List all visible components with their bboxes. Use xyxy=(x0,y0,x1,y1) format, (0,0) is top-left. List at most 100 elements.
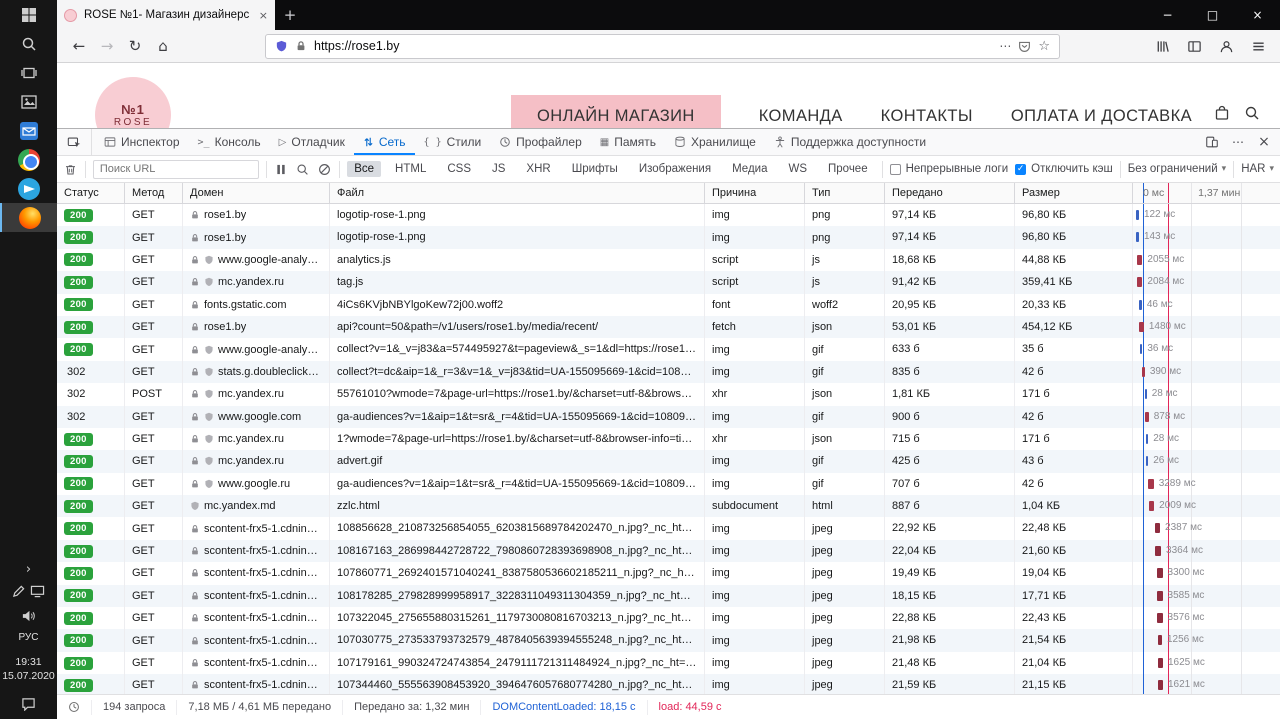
network-request-row[interactable]: 200 GET scontent-frx5-1.cdnins… 107344460_5… xyxy=(57,674,1280,694)
har-dropdown[interactable]: HAR ▾ xyxy=(1241,163,1274,175)
network-request-row[interactable]: 200 GET rose1.by logotip-rose-1.png img png 97… xyxy=(57,204,1280,227)
filter-pill-other[interactable]: Прочее xyxy=(821,161,875,177)
performance-analysis-button[interactable] xyxy=(57,699,92,715)
block-requests-button[interactable] xyxy=(317,159,332,179)
close-window-button[interactable]: × xyxy=(1235,0,1280,30)
filter-pill-fonts[interactable]: Шрифты xyxy=(565,161,625,177)
network-request-row[interactable]: 200 GET scontent-frx5-1.cdnins… 108167163_2… xyxy=(57,539,1280,563)
network-request-row[interactable]: 200 GET rose1.by api?count=50&path=/v1/user… xyxy=(57,315,1280,339)
network-tray-button[interactable] xyxy=(30,585,45,601)
column-header-file[interactable]: Файл xyxy=(330,183,705,203)
devtools-tab-profiler[interactable]: Профайлер xyxy=(490,129,591,155)
column-header-type[interactable]: Тип xyxy=(805,183,885,203)
search-requests-button[interactable] xyxy=(295,159,310,179)
taskbar-telegram-app[interactable] xyxy=(0,174,57,203)
menu-item-payment[interactable]: ОПЛАТА И ДОСТАВКА xyxy=(1011,63,1192,126)
filter-pill-images[interactable]: Изображения xyxy=(632,161,718,177)
network-request-row[interactable]: 302 POST mc.yandex.ru 55761010?wmode=7&page… xyxy=(57,383,1280,406)
filter-pill-xhr[interactable]: XHR xyxy=(519,161,557,177)
responsive-design-button[interactable] xyxy=(1200,130,1224,154)
network-request-row[interactable]: 200 GET scontent-frx5-1.cdnins… 108856628_2… xyxy=(57,517,1280,540)
home-button[interactable]: ⌂ xyxy=(149,33,177,59)
devtools-options-icon[interactable]: ⋯ xyxy=(1226,130,1250,154)
filter-pill-ws[interactable]: WS xyxy=(781,161,814,177)
column-header-status[interactable]: Статус xyxy=(57,183,125,203)
devtools-tab-inspector[interactable]: Инспектор xyxy=(95,129,189,155)
filter-url-input[interactable] xyxy=(92,159,259,179)
network-request-row[interactable]: 302 GET stats.g.doubleclick… collect?t=dc&a… xyxy=(57,360,1280,384)
column-header-domain[interactable]: Домен xyxy=(183,183,330,203)
bookmark-star-icon[interactable]: ☆ xyxy=(1038,39,1050,54)
menu-item-online-shop[interactable]: ОНЛАЙН МАГАЗИН xyxy=(511,63,721,128)
minimize-button[interactable]: − xyxy=(1145,0,1190,30)
browser-tab[interactable]: ROSE №1- Магазин дизайнерс × xyxy=(57,0,275,30)
taskbar-firefox-app[interactable] xyxy=(0,203,57,232)
menu-item-contacts[interactable]: КОНТАКТЫ xyxy=(881,63,973,126)
url-input[interactable] xyxy=(314,39,993,53)
network-request-row[interactable]: 200 GET mc.yandex.ru tag.js script js 91,42 КБ… xyxy=(57,271,1280,294)
taskbar-clock[interactable]: 19:31 15.07.2020 xyxy=(2,649,55,693)
site-search-button[interactable] xyxy=(1244,105,1260,124)
volume-tray-button[interactable] xyxy=(0,605,57,627)
library-button[interactable] xyxy=(1148,33,1176,59)
devtools-tab-storage[interactable]: Хранилище xyxy=(665,129,765,155)
filter-pill-js[interactable]: JS xyxy=(485,161,512,177)
menu-item-team[interactable]: КОМАНДА xyxy=(759,63,843,126)
network-request-row[interactable]: 200 GET mc.yandex.md zzlc.html subdocument ht… xyxy=(57,495,1280,518)
back-button[interactable]: ← xyxy=(65,33,93,59)
throttling-dropdown[interactable]: Без ограничений ▾ xyxy=(1128,163,1226,175)
page-actions-icon[interactable]: ⋯ xyxy=(999,39,1011,53)
pause-log-button[interactable] xyxy=(274,159,289,179)
task-view-button[interactable] xyxy=(0,58,57,87)
filter-pill-html[interactable]: HTML xyxy=(388,161,433,177)
clear-requests-button[interactable] xyxy=(63,159,78,179)
tab-close-icon[interactable]: × xyxy=(259,9,268,22)
tracking-protection-shield-icon[interactable] xyxy=(275,40,288,53)
sidebar-button[interactable] xyxy=(1180,33,1208,59)
disable-cache-checkbox[interactable]: ✓ Отключить кэш xyxy=(1015,163,1113,175)
forward-button[interactable]: → xyxy=(93,33,121,59)
persist-logs-checkbox[interactable]: Непрерывные логи xyxy=(889,163,1008,175)
network-request-row[interactable]: 200 GET rose1.by logotip-rose-1.png img png 97… xyxy=(57,226,1280,249)
show-hidden-icons-button[interactable]: › xyxy=(0,559,57,581)
network-request-row[interactable]: 200 GET www.google.ru ga-audiences?v=1&aip=… xyxy=(57,472,1280,496)
lock-icon[interactable] xyxy=(295,40,307,52)
devtools-tab-accessibility[interactable]: Поддержка доступности xyxy=(765,129,935,155)
network-request-row[interactable]: 200 GET scontent-frx5-1.cdnins… 107322045_2… xyxy=(57,607,1280,630)
column-header-cause[interactable]: Причина xyxy=(705,183,805,203)
start-button[interactable] xyxy=(0,0,57,29)
filter-pill-css[interactable]: CSS xyxy=(440,161,478,177)
pick-element-button[interactable] xyxy=(57,129,92,155)
taskbar-mail-app[interactable] xyxy=(0,116,57,145)
maximize-button[interactable]: □ xyxy=(1190,0,1235,30)
site-logo[interactable]: №1 ROSE xyxy=(95,77,171,128)
filter-pill-media[interactable]: Медиа xyxy=(725,161,774,177)
column-header-method[interactable]: Метод xyxy=(125,183,183,203)
column-header-timeline[interactable]: 0 мс 1,37 мин xyxy=(1133,183,1280,203)
network-request-row[interactable]: 200 GET mc.yandex.ru advert.gif img gif 425 б4… xyxy=(57,450,1280,473)
devtools-tab-network[interactable]: Сеть xyxy=(354,129,415,155)
devtools-tab-debugger[interactable]: ▷ Отладчик xyxy=(270,129,354,155)
network-request-row[interactable]: 200 GET scontent-frx5-1.cdnins… 107179161_9… xyxy=(57,651,1280,675)
network-request-row[interactable]: 200 GET scontent-frx5-1.cdnins… 107030775_2… xyxy=(57,629,1280,652)
network-request-row[interactable]: 200 GET fonts.gstatic.com 4iCs6KVjbNBYlgoKe… xyxy=(57,293,1280,316)
network-request-row[interactable]: 200 GET www.google-analy… collect?v=1&_v=j8… xyxy=(57,338,1280,361)
taskbar-photos-app[interactable] xyxy=(0,87,57,116)
taskbar-chrome-app[interactable] xyxy=(0,145,57,174)
taskbar-search-button[interactable] xyxy=(0,29,57,58)
action-center-button[interactable] xyxy=(0,693,57,715)
filter-pill-all[interactable]: Все xyxy=(347,161,382,177)
cart-button[interactable] xyxy=(1214,105,1230,124)
network-request-row[interactable]: 200 GET scontent-frx5-1.cdnins… 108178285_2… xyxy=(57,584,1280,608)
pen-tray-button[interactable] xyxy=(12,585,25,601)
column-header-transferred[interactable]: Передано xyxy=(885,183,1015,203)
column-header-size[interactable]: Размер xyxy=(1015,183,1133,203)
address-bar[interactable]: ⋯ ☆ xyxy=(265,33,1060,59)
close-devtools-icon[interactable]: × xyxy=(1252,130,1276,154)
account-button[interactable] xyxy=(1212,33,1240,59)
language-indicator[interactable]: РУС xyxy=(18,627,38,649)
network-request-row[interactable]: 200 GET www.google-analy… analytics.js scrip… xyxy=(57,248,1280,272)
network-request-row[interactable]: 200 GET mc.yandex.ru 1?wmode=7&page-url=htt… xyxy=(57,427,1280,451)
pocket-icon[interactable] xyxy=(1018,40,1031,53)
devtools-tab-memory[interactable]: ▦ Память xyxy=(591,129,665,155)
